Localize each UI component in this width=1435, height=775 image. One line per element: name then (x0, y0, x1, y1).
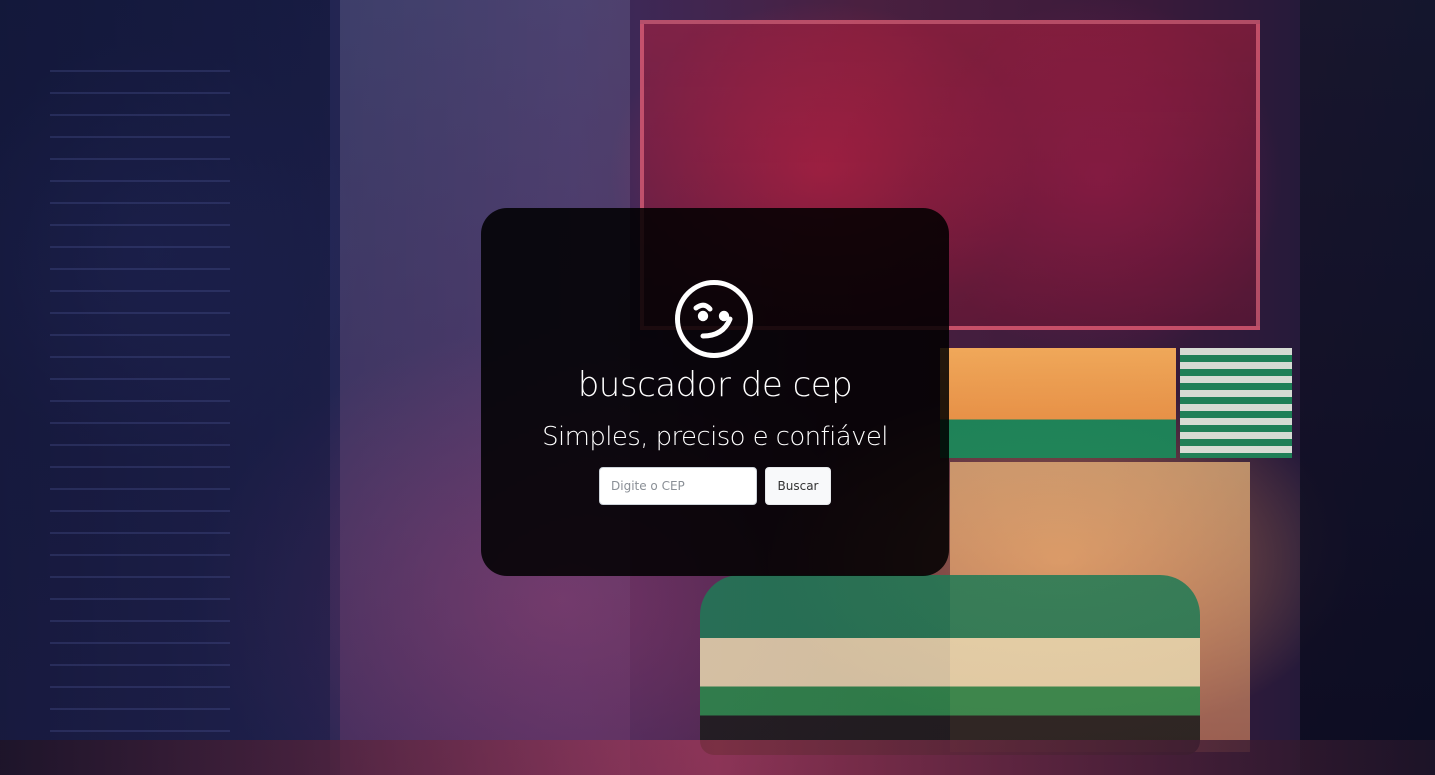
smiley-face-icon (675, 280, 753, 358)
background-shop-sign (940, 348, 1176, 458)
background-right-shadow (1300, 0, 1435, 775)
app-title: buscador de cep (577, 365, 853, 405)
background-taxi (700, 575, 1200, 755)
app-tagline: Simples, preciso e confiável (542, 422, 888, 452)
background-striped-sign (1180, 348, 1292, 458)
cep-input[interactable] (599, 467, 757, 505)
background-street (0, 740, 1435, 775)
search-card: buscador de cep Simples, preciso e confi… (481, 208, 949, 576)
search-button[interactable]: Buscar (765, 467, 831, 505)
background-wall-bricks (50, 70, 230, 750)
